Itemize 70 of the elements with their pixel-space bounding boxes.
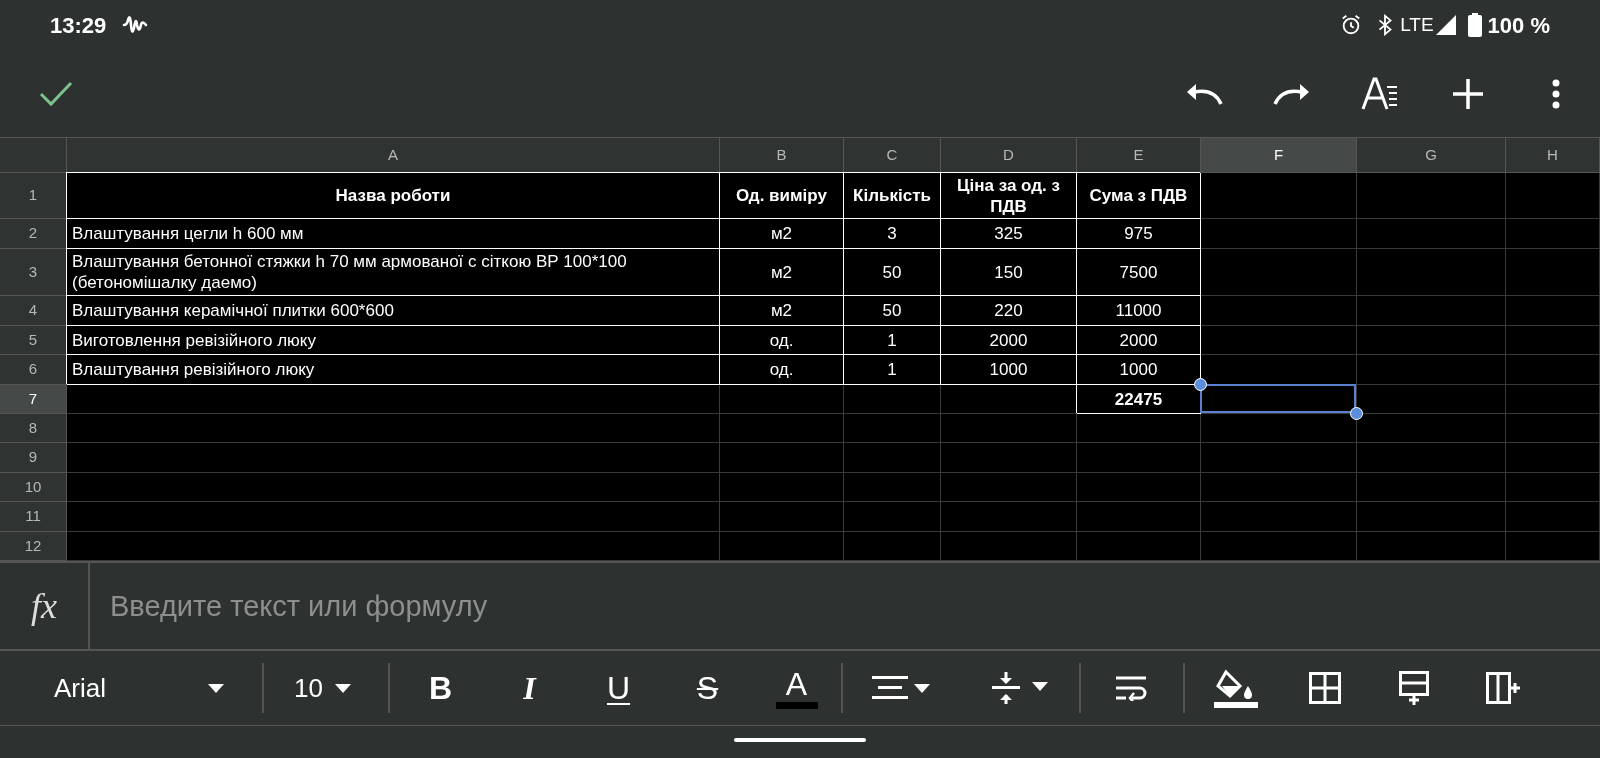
table-cell: 325: [941, 219, 1077, 249]
table-cell: 2000: [941, 326, 1077, 355]
column-title-cell: Сума з ПДВ: [1077, 173, 1201, 219]
table-cell: 220: [941, 296, 1077, 326]
table-cell: 150: [941, 249, 1077, 296]
column-header[interactable]: E: [1077, 138, 1201, 173]
font-dropdown[interactable]: Arial: [0, 651, 262, 725]
table-cell: од.: [720, 326, 844, 355]
column-title-cell: Од. виміру: [720, 173, 844, 219]
table-cell: Влаштування керамічної плитки 600*600: [67, 296, 720, 326]
row-header[interactable]: 5: [0, 326, 67, 355]
table-cell: 3: [844, 219, 941, 249]
caret-icon: [208, 683, 224, 693]
row-header[interactable]: 3: [0, 249, 67, 296]
column-header[interactable]: C: [844, 138, 941, 173]
network-type: LTE: [1400, 12, 1434, 37]
row-header[interactable]: 1: [0, 173, 67, 219]
column-title-cell: Назва роботи: [67, 173, 720, 219]
column-header[interactable]: B: [720, 138, 844, 173]
table-cell: Влаштування бетонної стяжки h 70 мм армованої с сіткою ВР 100*100 (бетономішалку даемо): [67, 249, 720, 296]
battery-percent: 100 %: [1487, 11, 1550, 40]
row-header[interactable]: 12: [0, 532, 67, 561]
column-title-cell: Кількість: [844, 173, 941, 219]
table-cell: 50: [844, 296, 941, 326]
row-header[interactable]: 7: [0, 385, 67, 414]
table-cell: 2000: [1077, 326, 1201, 355]
bold-button[interactable]: B: [396, 651, 485, 725]
row-header[interactable]: 2: [0, 219, 67, 249]
table-cell: Влаштування ревізійного люку: [67, 355, 720, 385]
function-label: fx: [31, 585, 57, 628]
selection-handle[interactable]: [1350, 407, 1363, 420]
row-header[interactable]: 9: [0, 443, 67, 473]
table-cell: 1000: [941, 355, 1077, 385]
battery-icon: [1467, 13, 1482, 37]
row-header[interactable]: 6: [0, 355, 67, 385]
row-header[interactable]: 11: [0, 502, 67, 532]
column-header[interactable]: G: [1357, 138, 1506, 173]
table-cell: Виготовлення ревізійного люку: [67, 326, 720, 355]
italic-button[interactable]: I: [485, 651, 574, 725]
table-cell: 1: [844, 355, 941, 385]
table-cell: 50: [844, 249, 941, 296]
waveform-icon: [122, 14, 149, 36]
row-header[interactable]: 10: [0, 473, 67, 502]
strikethrough-button[interactable]: S: [663, 651, 752, 725]
font-size-dropdown[interactable]: 10: [264, 651, 388, 725]
underline-button[interactable]: U: [574, 651, 663, 725]
table-cell: 975: [1077, 219, 1201, 249]
table-cell: м2: [720, 219, 844, 249]
table-cell: 11000: [1077, 296, 1201, 326]
row-header[interactable]: 4: [0, 296, 67, 326]
formula-input-field[interactable]: Введите текст или формулу: [90, 563, 1600, 649]
column-header[interactable]: A: [67, 138, 720, 173]
table-cell: Влаштування цегли h 600 мм: [67, 219, 720, 249]
table-cell: 1: [844, 326, 941, 355]
row-header[interactable]: 8: [0, 414, 67, 443]
bluetooth-icon: [1376, 14, 1395, 36]
table-cell: м2: [720, 249, 844, 296]
selection-handle[interactable]: [1194, 378, 1207, 391]
table-cell: од.: [720, 355, 844, 385]
column-title-cell: Ціна за од. з ПДВ: [941, 173, 1077, 219]
text-color-button[interactable]: A: [752, 651, 841, 725]
table-cell: м2: [720, 296, 844, 326]
caret-icon: [334, 683, 351, 693]
table-cell: 7500: [1077, 249, 1201, 296]
selected-cell[interactable]: [1200, 384, 1356, 413]
signal-icon: [1435, 15, 1456, 35]
column-header[interactable]: H: [1506, 138, 1600, 173]
status-time: 13:29: [50, 11, 107, 40]
column-header[interactable]: F: [1201, 138, 1357, 173]
column-header[interactable]: D: [941, 138, 1077, 173]
